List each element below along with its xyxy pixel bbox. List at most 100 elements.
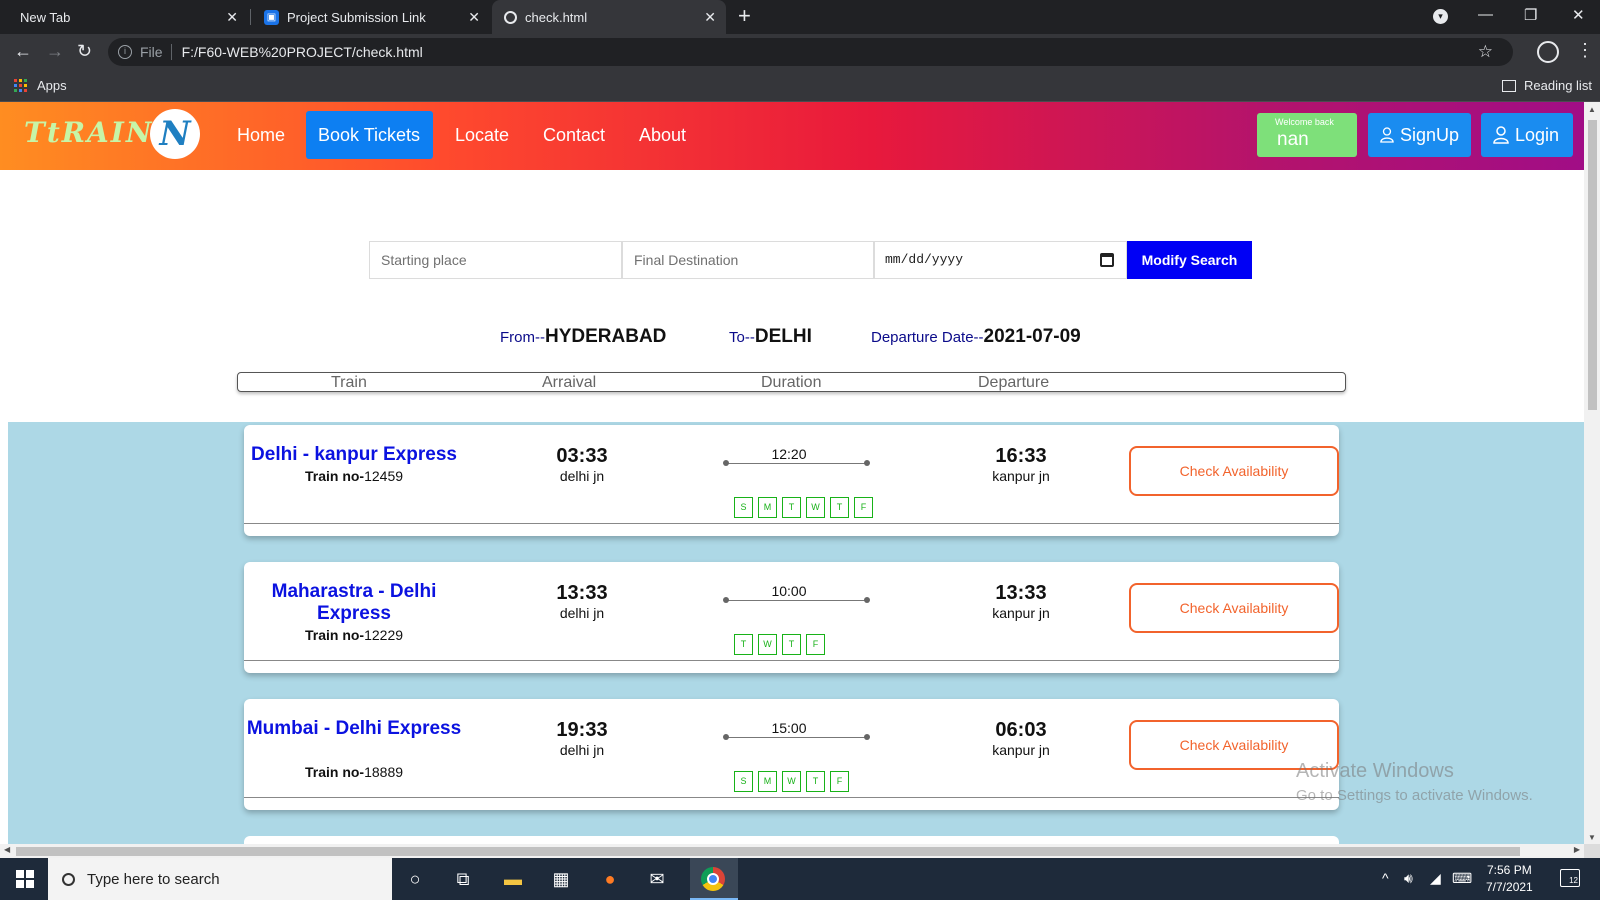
departure-time: 13:33 [995, 582, 1047, 604]
globe-icon [504, 10, 517, 24]
horizontal-scrollbar[interactable]: ◀ ▶ [0, 844, 1584, 858]
address-bar[interactable]: i File F:/F60-WEB%20PROJECT/check.html ☆ [108, 38, 1513, 66]
reload-icon[interactable]: ↻ [77, 41, 92, 61]
scroll-left-icon[interactable]: ◀ [4, 845, 10, 854]
taskbar-search-box[interactable]: Type here to search [48, 858, 392, 900]
browser-tab-strip: New Tab ✕ ▣ Project Submission Link ✕ ch… [0, 0, 1600, 34]
tab-check-html[interactable]: check.html ✕ [492, 0, 726, 34]
close-window-icon[interactable]: ✕ [1572, 6, 1585, 24]
mail-icon[interactable]: ✉ [644, 866, 670, 892]
duration-line [726, 463, 867, 464]
duration-value: 15:00 [771, 720, 807, 736]
browser-toolbar: ← → ↻ i File F:/F60-WEB%20PROJECT/check.… [0, 34, 1600, 70]
check-availability-button[interactable]: Check Availability [1129, 446, 1339, 496]
wifi-icon[interactable]: ◢ [1430, 870, 1441, 887]
day-badge: W [782, 771, 801, 792]
login-button[interactable]: Login [1481, 113, 1573, 157]
task-view-icon[interactable]: ⧉ [450, 866, 476, 892]
horizontal-scroll-thumb[interactable] [16, 847, 1520, 856]
user-icon [1380, 127, 1394, 143]
signup-button[interactable]: SignUp [1368, 113, 1471, 157]
system-clock[interactable]: 7:56 PM 7/7/2021 [1486, 862, 1533, 896]
close-tab-icon[interactable]: ✕ [226, 9, 238, 26]
apps-bookmark[interactable]: Apps [14, 78, 67, 93]
arrival-time: 19:33 [556, 719, 608, 741]
extension-icon[interactable] [1537, 41, 1559, 63]
bookmark-star-icon[interactable]: ☆ [1478, 42, 1493, 62]
starting-place-input[interactable] [369, 241, 622, 279]
close-tab-icon[interactable]: ✕ [468, 9, 480, 26]
show-hidden-icons-icon[interactable]: ^ [1382, 870, 1389, 886]
duration-start-dot [723, 597, 729, 603]
reading-list-label: Reading list [1524, 78, 1592, 93]
arrival-station: delhi jn [559, 742, 605, 758]
tab-new-tab[interactable]: New Tab ✕ [8, 0, 248, 34]
modify-search-button[interactable]: Modify Search [1127, 241, 1252, 279]
from-value: HYDERABAD [545, 326, 667, 347]
info-icon[interactable]: i [118, 45, 132, 59]
duration-start-dot [723, 460, 729, 466]
train-card-partial [244, 836, 1339, 844]
card-divider [244, 660, 1339, 661]
firefox-icon[interactable]: ● [597, 866, 623, 892]
clock-time: 7:56 PM [1487, 863, 1532, 877]
forward-icon[interactable]: → [46, 41, 64, 61]
reading-list-button[interactable]: Reading list [1502, 78, 1592, 93]
chrome-icon[interactable] [701, 867, 725, 891]
windows-start-icon[interactable] [16, 870, 34, 888]
vertical-scroll-thumb[interactable] [1588, 120, 1597, 410]
calendar-icon[interactable] [1100, 253, 1114, 267]
departure-time: 16:33 [995, 445, 1047, 467]
welcome-badge: Welcome back nan [1257, 113, 1357, 157]
vertical-scrollbar[interactable]: ▲ ▼ [1584, 102, 1600, 844]
departure-time: 06:03 [995, 719, 1047, 741]
watermark-subtitle: Go to Settings to activate Windows. [1296, 787, 1533, 804]
arrival-station: delhi jn [559, 605, 605, 621]
departure-date-input[interactable]: mm/dd/yyyy [874, 241, 1127, 279]
cortana-icon[interactable]: ○ [402, 866, 428, 892]
tab-project-submission[interactable]: ▣ Project Submission Link ✕ [252, 0, 490, 34]
header-departure: Departure [978, 374, 1050, 391]
brand-logo-text[interactable]: TtRAIN [24, 116, 153, 149]
file-explorer-icon[interactable]: ▬ [500, 866, 526, 892]
card-divider [244, 523, 1339, 524]
restore-icon[interactable]: ❐ [1524, 6, 1537, 24]
brand-logo-icon[interactable]: N [150, 109, 200, 159]
nav-contact[interactable]: Contact [531, 111, 617, 159]
notification-center-icon[interactable]: 12 [1560, 869, 1580, 887]
train-number: Train no-12229 [244, 627, 464, 643]
train-card: Mumbai - Delhi Express Train no-18889 19… [244, 699, 1339, 810]
browser-menu-icon[interactable]: ⋮ [1576, 40, 1594, 61]
departure-station: kanpur jn [992, 605, 1050, 621]
check-availability-button[interactable]: Check Availability [1129, 583, 1339, 633]
duration-end-dot [864, 597, 870, 603]
new-tab-icon[interactable]: + [738, 5, 751, 27]
nav-locate[interactable]: Locate [443, 111, 521, 159]
volume-icon[interactable]: 🔊︎ [1404, 870, 1413, 887]
tab-title: check.html [525, 9, 588, 25]
minimize-icon[interactable]: — [1478, 6, 1493, 23]
scroll-right-icon[interactable]: ▶ [1574, 845, 1580, 854]
scroll-up-icon[interactable]: ▲ [1588, 105, 1596, 114]
route-date: Departure Date--2021-07-09 [871, 326, 1081, 348]
tab-title: Project Submission Link [287, 9, 426, 25]
store-icon[interactable]: ▦ [548, 866, 574, 892]
to-label: To-- [729, 329, 755, 346]
nav-book-tickets[interactable]: Book Tickets [306, 111, 433, 159]
keyboard-icon[interactable]: ⌨ [1452, 870, 1472, 887]
signup-label: SignUp [1399, 124, 1459, 145]
train-number-value: 18889 [364, 764, 404, 780]
train-name: Delhi - kanpur Express [251, 444, 457, 465]
tab-search-icon[interactable]: ▾ [1433, 9, 1448, 24]
day-badge: T [782, 634, 801, 655]
header-duration: Duration [761, 374, 822, 391]
nav-home[interactable]: Home [225, 111, 297, 159]
scroll-down-icon[interactable]: ▼ [1588, 833, 1596, 842]
nav-about[interactable]: About [627, 111, 698, 159]
day-badge: T [830, 497, 849, 518]
duration-value: 12:20 [771, 446, 807, 462]
final-destination-input[interactable] [622, 241, 874, 279]
close-tab-icon[interactable]: ✕ [704, 9, 716, 26]
day-badge: F [830, 771, 849, 792]
back-icon[interactable]: ← [14, 41, 32, 61]
